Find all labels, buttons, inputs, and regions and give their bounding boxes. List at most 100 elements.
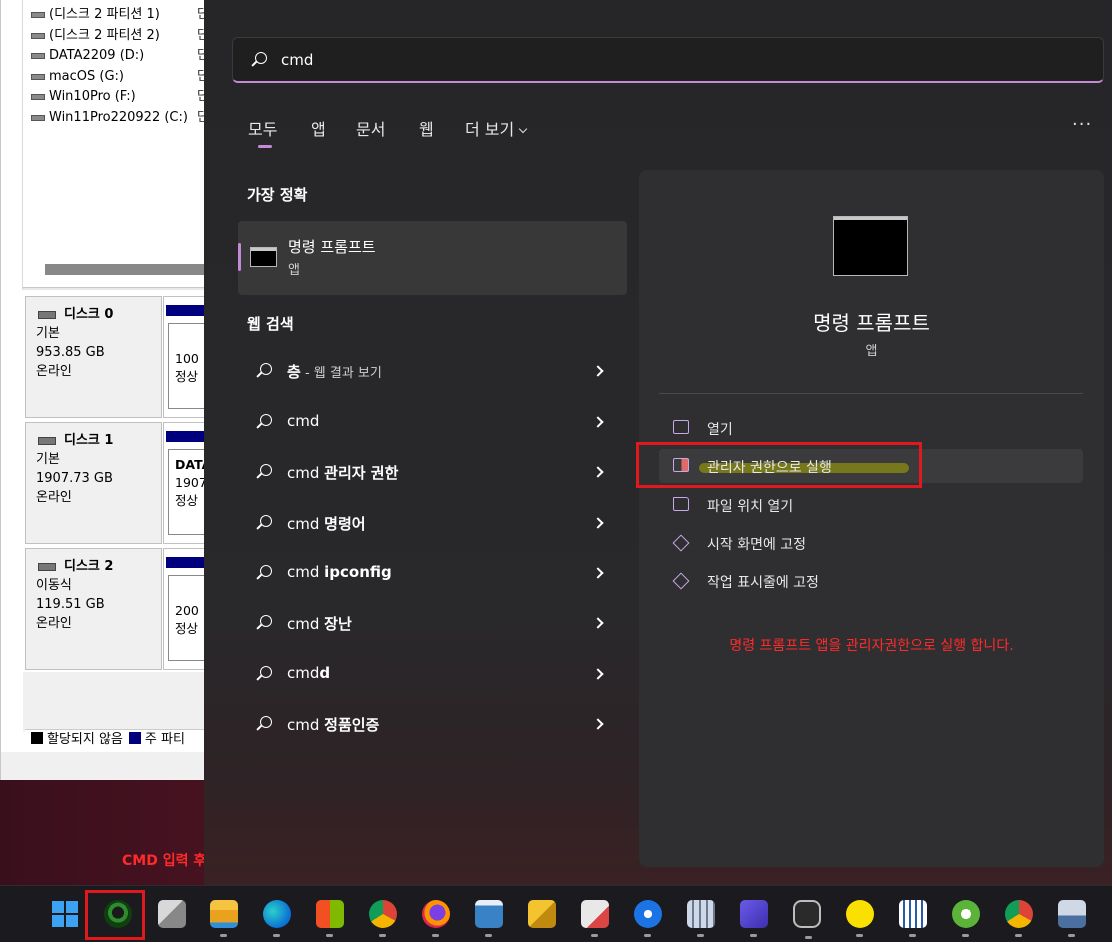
search-icon	[256, 464, 272, 480]
pin-icon	[672, 534, 690, 552]
volume-row[interactable]: DATA2209 (D:) 단	[29, 46, 211, 67]
snipping-tool-icon[interactable]	[581, 900, 609, 937]
volume-row[interactable]: (디스크 2 파티션 2) 단	[29, 26, 211, 47]
horizontal-scrollbar[interactable]	[45, 264, 205, 275]
drive-icon	[31, 73, 45, 80]
task-view-icon[interactable]	[158, 900, 186, 928]
volume-row[interactable]: macOS (G:) 단	[29, 67, 211, 88]
web-result-prefix: cmd	[287, 664, 320, 682]
drive-icon	[31, 53, 45, 59]
tool-icon[interactable]	[528, 900, 556, 928]
drive-icon	[31, 94, 45, 100]
web-result-prefix: cmd	[287, 515, 325, 533]
store-icon[interactable]	[316, 900, 344, 937]
edge-icon[interactable]	[263, 900, 291, 937]
disk-info[interactable]: 디스크 0 기본 953.85 GB 온라인	[25, 296, 162, 418]
chevron-right-icon	[592, 668, 604, 680]
web-result-term: 층	[287, 363, 301, 381]
remote-desktop-icon[interactable]	[475, 900, 503, 937]
web-result-text: cmd 장난	[287, 613, 352, 634]
web-search-heading: 웹 검색	[247, 315, 294, 333]
chevron-right-icon	[592, 718, 604, 730]
chevron-right-icon	[592, 567, 604, 579]
web-result-row[interactable]: cmd 정품인증	[248, 704, 608, 744]
pane-splitter[interactable]	[23, 287, 211, 290]
web-result-prefix: cmd	[287, 464, 325, 482]
best-match-type: 앱	[288, 263, 300, 278]
divider	[659, 393, 1083, 394]
open-icon	[673, 420, 689, 434]
volume-row[interactable]: Win10Pro (F:) 단	[29, 87, 211, 108]
action-label: 작업 표시줄에 고정	[707, 575, 819, 591]
volume-row[interactable]: (디스크 2 파티션 1) 단	[29, 5, 211, 26]
firefox-icon[interactable]	[422, 900, 450, 937]
web-result-text: cmd 관리자 권한	[287, 462, 398, 483]
tab-all[interactable]: 모두	[248, 116, 277, 148]
disk-block[interactable]: 디스크 0 기본 953.85 GB 온라인 100 M 정상	[25, 296, 212, 418]
web-result-text: cmd ipconfig	[287, 563, 392, 581]
legend: 할당되지 않음 주 파티	[25, 729, 211, 751]
annotation-caption: CMD 입력 후	[122, 853, 207, 869]
tab-apps[interactable]: 앱	[311, 116, 326, 140]
app-detail-pane: 명령 프롬프트 앱 열기 관리자 권한으로 실행 파일 위치 열기 시작 화면에…	[639, 170, 1104, 867]
web-result-row[interactable]: cmd 관리자 권한	[248, 452, 608, 492]
web-result-text: cmd	[287, 412, 319, 430]
disk-size: 1907.73 GB	[36, 471, 113, 486]
web-result-suffix: d	[319, 664, 331, 682]
pin-icon	[672, 572, 690, 590]
disk-name: 디스크 1	[36, 431, 151, 450]
action-open[interactable]: 열기	[659, 411, 1083, 445]
web-result-row[interactable]: 층 - 웹 결과 보기	[248, 351, 608, 391]
utorrent-icon[interactable]	[952, 900, 980, 937]
selection-indicator	[238, 243, 241, 271]
more-options-icon[interactable]: ···	[1072, 114, 1092, 135]
action-pin-to-start[interactable]: 시작 화면에 고정	[659, 526, 1083, 560]
web-result-text: 층 - 웹 결과 보기	[287, 361, 382, 382]
tab-documents[interactable]: 문서	[356, 116, 385, 140]
web-result-suffix: 장난	[324, 615, 352, 633]
web-result-row[interactable]: cmd	[248, 402, 608, 442]
teamviewer-icon[interactable]	[634, 900, 662, 937]
tab-more[interactable]: 더 보기	[465, 116, 528, 140]
detail-app-type: 앱	[865, 344, 878, 359]
start-icon[interactable]	[51, 900, 79, 928]
file-explorer-icon[interactable]	[210, 900, 238, 937]
primary-swatch	[128, 732, 141, 744]
unity-icon[interactable]	[793, 900, 821, 939]
volume-name: (디스크 2 파티션 1)	[49, 7, 160, 22]
disk-name: 디스크 0	[36, 305, 151, 324]
search-icon	[256, 565, 272, 581]
tab-web[interactable]: 웹	[419, 116, 434, 140]
calculator-icon[interactable]	[687, 900, 715, 937]
web-result-row[interactable]: cmd 명령어	[248, 503, 608, 543]
volume-name: (디스크 2 파티션 2)	[49, 27, 160, 43]
search-input[interactable]: cmd	[232, 37, 1104, 83]
disk-info[interactable]: 디스크 2 이동식 119.51 GB 온라인	[25, 548, 162, 670]
web-result-row[interactable]: cmd ipconfig	[248, 553, 608, 593]
volume-row[interactable]: Win11Pro220922 (C:) 단	[29, 108, 211, 129]
network-icon[interactable]	[1058, 900, 1086, 937]
disk-block[interactable]: 디스크 1 기본 1907.73 GB 온라인 DATA 1907 정상	[25, 422, 212, 544]
search-icon	[256, 515, 272, 531]
disk-management-window: (디스크 2 파티션 1) 단 (디스크 2 파티션 2) 단 DATA2209 (…	[0, 0, 212, 780]
action-label: 열기	[707, 422, 733, 438]
disk-block[interactable]: 디스크 2 이동식 119.51 GB 온라인 200 M 정상	[25, 548, 212, 670]
web-result-row[interactable]: cmdd	[248, 654, 608, 694]
chrome-icon[interactable]	[369, 900, 397, 937]
search-icon	[256, 363, 272, 379]
chevron-right-icon	[592, 416, 604, 428]
web-result-row[interactable]: cmd 장난	[248, 603, 608, 643]
best-match-item[interactable]: 명령 프롬프트 앱	[238, 221, 627, 295]
kakaotalk-icon[interactable]	[846, 900, 874, 937]
disk-area-empty	[23, 672, 211, 732]
piano-icon[interactable]	[899, 900, 927, 937]
search-icon	[256, 666, 272, 682]
disk-info[interactable]: 디스크 1 기본 1907.73 GB 온라인	[25, 422, 162, 544]
action-open-file-location[interactable]: 파일 위치 열기	[659, 488, 1083, 522]
chevron-right-icon	[592, 617, 604, 629]
tab-more-label: 더 보기	[465, 120, 515, 139]
action-pin-to-taskbar[interactable]: 작업 표시줄에 고정	[659, 564, 1083, 598]
visual-studio-icon[interactable]	[740, 900, 768, 937]
search-query[interactable]: cmd	[281, 51, 313, 69]
chrome-alt-icon[interactable]	[1005, 900, 1033, 937]
